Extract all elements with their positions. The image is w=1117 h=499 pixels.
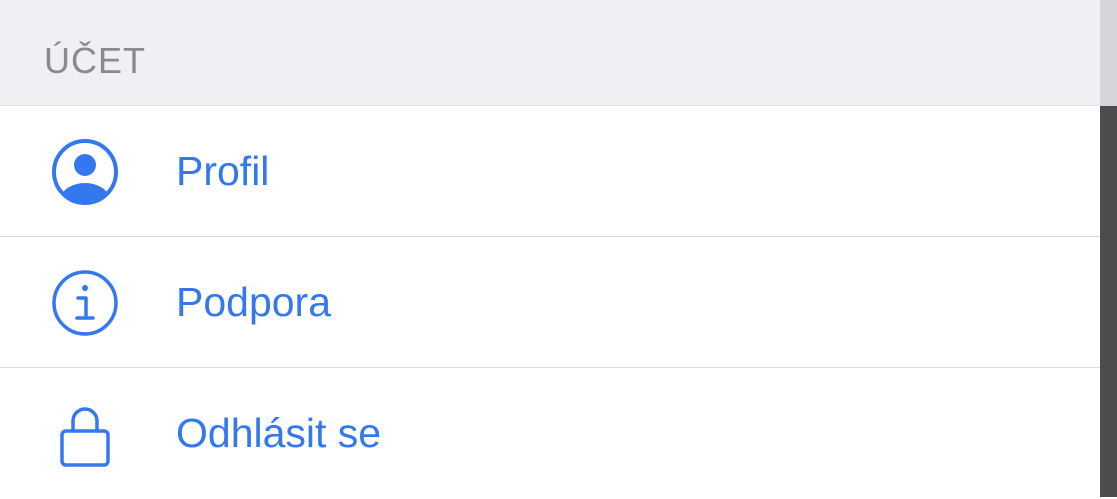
info-icon: [50, 268, 120, 338]
account-menu-list: Profil Podpora Odhlásit se: [0, 106, 1100, 499]
menu-item-label: Podpora: [176, 279, 332, 325]
lock-icon: [50, 399, 120, 469]
menu-item-support[interactable]: Podpora: [0, 237, 1100, 368]
menu-item-logout[interactable]: Odhlásit se: [0, 368, 1100, 499]
menu-item-profile[interactable]: Profil: [0, 106, 1100, 237]
scrollbar-track: [1100, 0, 1117, 106]
menu-item-label: Profil: [176, 148, 270, 194]
section-title: ÚČET: [44, 40, 146, 81]
menu-item-label: Odhlásit se: [176, 410, 382, 456]
account-section-header: ÚČET: [0, 0, 1100, 106]
profile-icon: [50, 137, 120, 207]
